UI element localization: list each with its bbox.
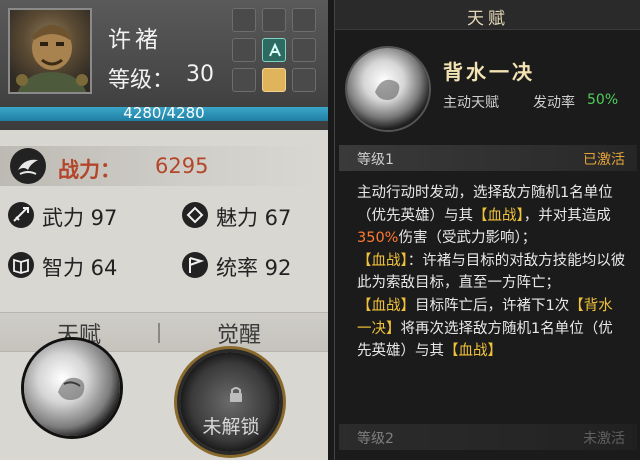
trigger-rate-label: 发动率 [533,95,575,111]
combat-power-value: 6295 [155,154,209,178]
rune-icon [269,42,281,57]
awaken-locked-text: 未解锁 [202,416,260,438]
book-icon [8,252,34,278]
skill-name: 背水一决 [443,60,535,84]
tab-awaken[interactable]: 觉醒 [164,317,314,349]
fist-emblem-icon [58,377,85,400]
charm-icon [182,202,208,228]
skill-type: 主动天赋 [443,95,499,111]
keyword-bloodwar: 【血战】 [473,207,524,224]
combat-power-icon [10,148,46,184]
stat-intellect: 智力 64 [8,250,148,280]
stat-charm-label: 魅力 67 [216,206,292,230]
hero-header: 许褚 等级： 30 4280/4280 [0,0,328,130]
panel-title-bar: 天赋 [335,0,640,30]
desc-text: 伤害（受武力影响）； [398,230,537,247]
level-1-status: 已激活 [583,152,625,168]
equipment-slot[interactable] [232,8,256,32]
equipment-slot[interactable] [262,8,286,32]
stat-charm: 魅力 67 [182,200,322,230]
skill-orb [347,48,429,130]
stat-leadership: 统率 92 [182,250,322,280]
damage-value: 350% [357,230,399,247]
hero-panel: 许褚 等级： 30 4280/4280 战力： 6295 武力 97 魅力 67… [0,0,328,460]
hero-name: 许褚 [108,27,162,53]
lock-icon [230,387,242,402]
desc-text: ，并对其造成 [523,207,611,224]
level-1-header: 等级1 已激活 [339,145,637,171]
stat-leadership-label: 统率 92 [216,256,292,280]
trigger-rate-value: 50% [587,92,619,108]
fist-emblem-icon [375,79,400,100]
hero-portrait[interactable] [8,8,92,94]
banner-icon [182,252,208,278]
equipment-slot[interactable] [232,68,256,92]
hero-level-label: 等级： [108,68,175,93]
stat-intellect-label: 智力 64 [42,256,118,280]
stat-force-label: 武力 97 [42,206,118,230]
equipment-slot[interactable] [292,38,316,62]
talent-orb[interactable] [24,340,120,436]
level-2-header: 等级2 未激活 [339,424,637,450]
level-2-label: 等级2 [357,431,394,447]
hero-level: 30 [186,62,214,87]
equipment-slot-grid [232,8,316,92]
combat-power-row: 战力： 6295 [0,146,318,186]
sword-icon [8,202,34,228]
equipment-slot-gold[interactable] [262,68,286,92]
level-1-label: 等级1 [357,152,394,168]
hp-text: 4280/4280 [123,104,205,122]
keyword-bloodwar: 【血战】 [357,252,408,269]
skill-description: 主动行动时发动，选择敌方随机1名单位（优先英雄）与其【血战】，并对其造成350%… [357,182,627,363]
warrior-portrait-icon [16,25,88,92]
equipment-slot[interactable] [292,8,316,32]
keyword-bloodwar: 【血战】 [444,343,502,360]
desc-text: 目标阵亡后，许褚下1次 [415,297,570,314]
combat-power-label: 战力： [58,158,121,182]
equipment-slot[interactable] [232,38,256,62]
talent-detail-panel: 天赋 背水一决 主动天赋 发动率 50% 等级1 已激活 主动行动时发动，选择敌… [334,0,640,460]
keyword-bloodwar: 【血战】 [357,297,415,314]
panel-title: 天赋 [467,9,509,29]
level-2-status: 未激活 [583,431,625,447]
equipment-slot[interactable] [292,68,316,92]
equipment-slot-active[interactable] [262,38,286,62]
stat-force: 武力 97 [8,200,148,230]
tab-divider [158,323,160,343]
